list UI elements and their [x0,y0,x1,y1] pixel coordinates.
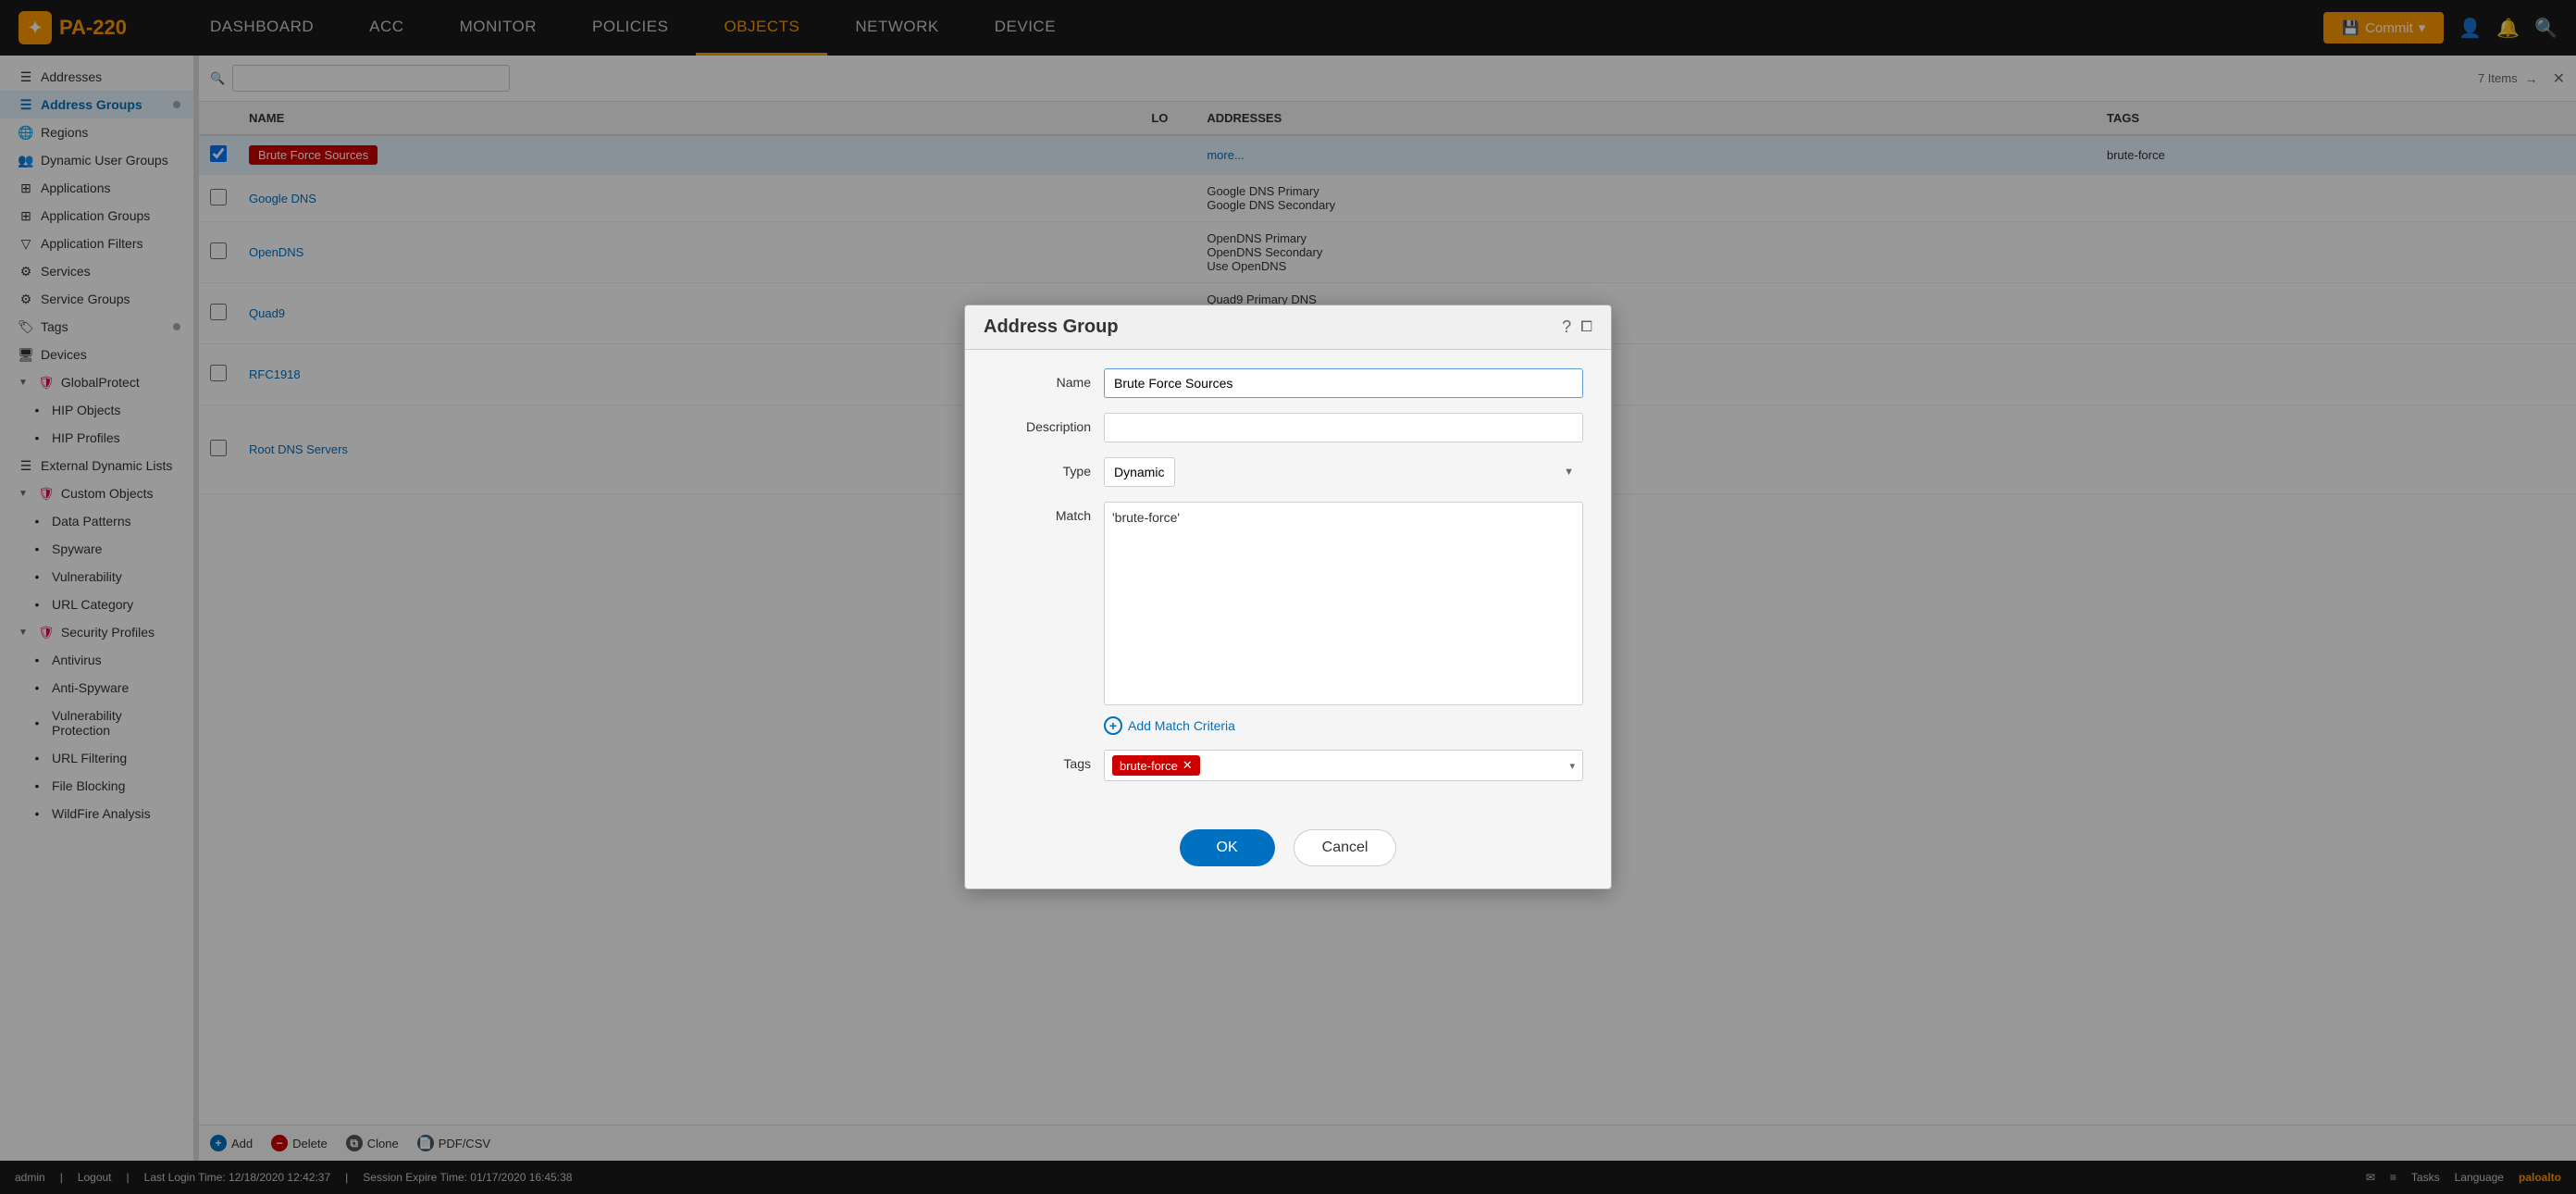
add-match-label: Add Match Criteria [1128,718,1235,733]
add-match-criteria-button[interactable]: + Add Match Criteria [1104,716,1583,735]
type-select[interactable]: Static Dynamic [1104,457,1175,487]
name-input[interactable] [1104,368,1583,398]
ok-button[interactable]: OK [1180,829,1275,866]
modal-header: Address Group ? ⧠ [965,305,1611,350]
cancel-button[interactable]: Cancel [1294,829,1397,866]
name-label: Name [993,368,1104,390]
modal-footer: OK Cancel [965,815,1611,889]
type-label: Type [993,457,1104,479]
match-label: Match [993,502,1104,523]
modal-body: Name Description Type Static Dynamic [965,350,1611,815]
tags-row: Tags brute-force ✕ ▾ [993,750,1583,781]
modal-title: Address Group [984,317,1553,338]
modal-help-icon[interactable]: ? [1562,317,1571,337]
tag-remove-icon[interactable]: ✕ [1183,758,1193,773]
brute-force-tag: brute-force ✕ [1112,755,1200,776]
modal-overlay: Address Group ? ⧠ Name Description Type … [0,0,2576,1194]
tags-label: Tags [993,750,1104,771]
description-row: Description [993,413,1583,442]
tag-label: brute-force [1120,759,1178,773]
match-box[interactable]: 'brute-force' [1104,502,1583,705]
match-value: 'brute-force' [1112,510,1180,525]
add-match-icon: + [1104,716,1122,735]
type-row: Type Static Dynamic [993,457,1583,487]
description-input[interactable] [1104,413,1583,442]
name-row: Name [993,368,1583,398]
type-select-wrapper: Static Dynamic [1104,457,1583,487]
tags-dropdown-arrow: ▾ [1569,760,1575,772]
description-label: Description [993,413,1104,434]
modal-minimize-icon[interactable]: ⧠ [1580,319,1592,336]
match-row: Match 'brute-force' + Add Match Criteria [993,502,1583,735]
address-group-modal: Address Group ? ⧠ Name Description Type … [964,305,1612,889]
tags-input-wrapper[interactable]: brute-force ✕ ▾ [1104,750,1583,781]
match-container: 'brute-force' + Add Match Criteria [1104,502,1583,735]
